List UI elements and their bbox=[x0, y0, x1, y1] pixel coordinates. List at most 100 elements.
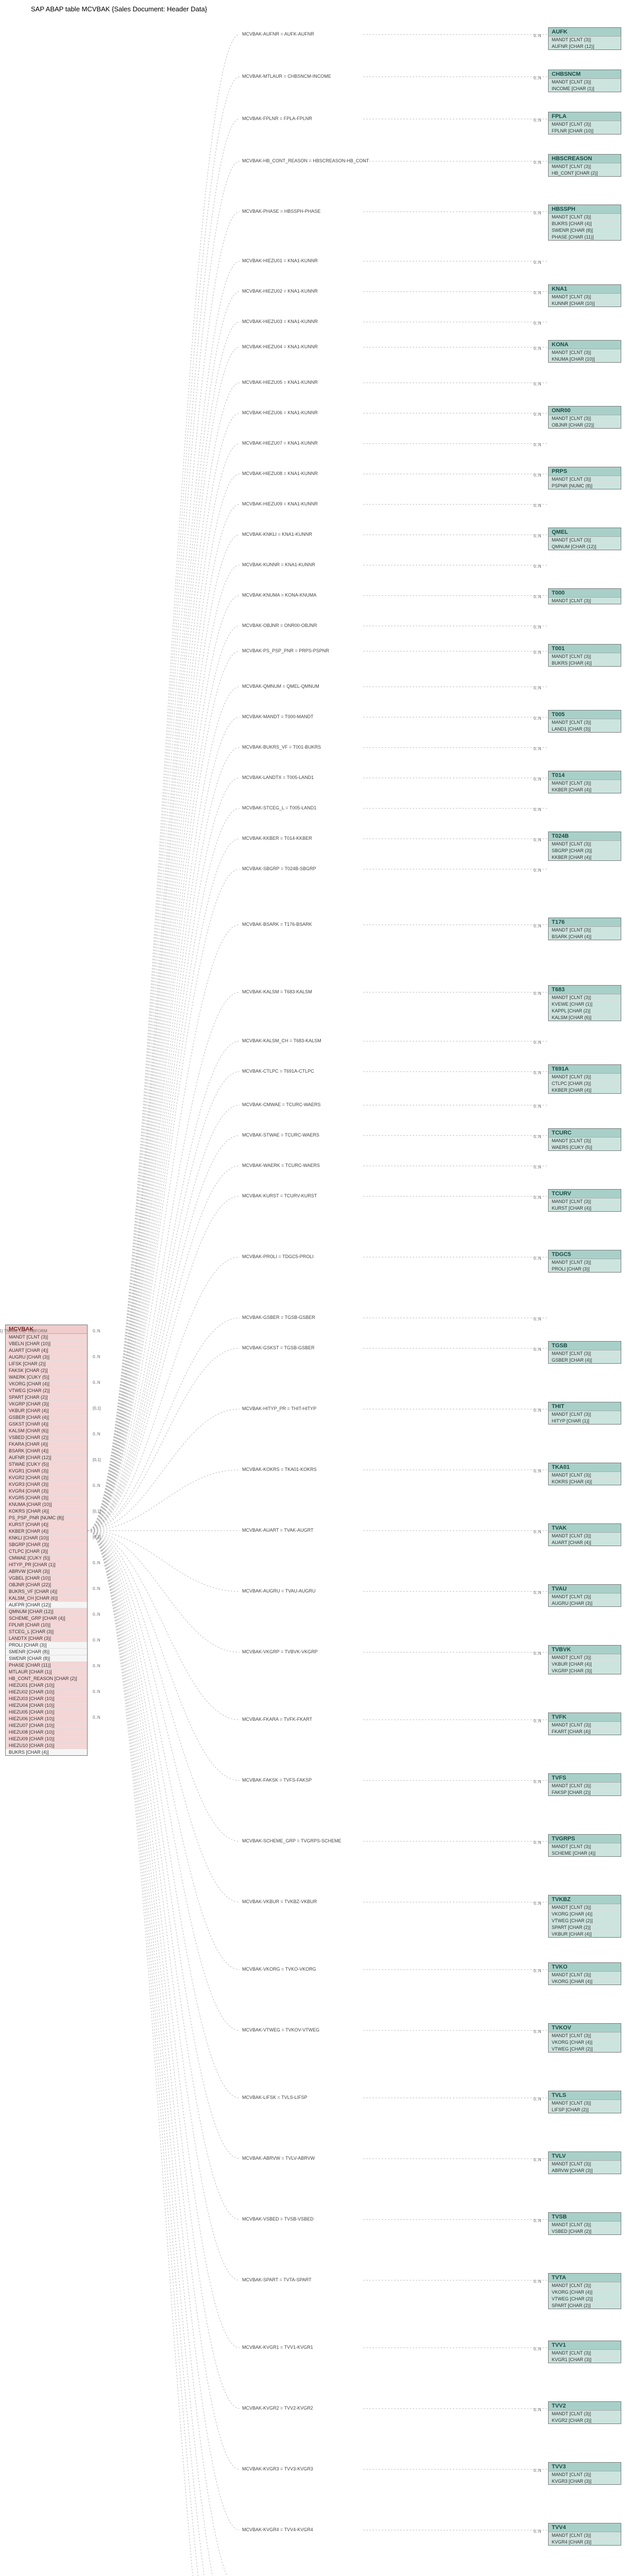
cardinality-label: 0..N bbox=[534, 33, 541, 38]
table-row: VTWEG [CHAR (2)] bbox=[549, 2296, 621, 2302]
table-row: BUKRS_VF [CHAR (4)] bbox=[6, 1588, 87, 1595]
table-header: T683 bbox=[549, 986, 621, 994]
table-row: MANDT [CLNT (3)] bbox=[549, 1198, 621, 1205]
cardinality-label: 0..N bbox=[534, 1590, 541, 1595]
table-row: VKORG [CHAR (4)] bbox=[549, 1911, 621, 1918]
cardinality-label: 0..N bbox=[534, 412, 541, 417]
relation-label: MCVBAK-LIFSK = TVLS-LIFSP bbox=[242, 2095, 308, 2100]
table-row: AUGRU [CHAR (3)] bbox=[6, 1354, 87, 1361]
table-row: MANDT [CLNT (3)] bbox=[549, 841, 621, 848]
table-header: QMEL bbox=[549, 528, 621, 537]
table-row: PROLI [CHAR (3)] bbox=[549, 1266, 621, 1272]
cardinality-label: 0..N bbox=[93, 1329, 100, 1333]
table-box: T014MANDT [CLNT (3)]KKBER [CHAR (4)] bbox=[548, 771, 621, 793]
table-row: MANDT [CLNT (3)] bbox=[549, 1411, 621, 1418]
table-header: T024B bbox=[549, 832, 621, 841]
cardinality-label: 0..N bbox=[534, 1780, 541, 1784]
relation-label: MCVBAK-VSBED = TVSB-VSBED bbox=[242, 2216, 314, 2222]
table-row: KNKLI [CHAR (10)] bbox=[6, 1535, 87, 1541]
table-row: BUKRS [CHAR (4)] bbox=[549, 660, 621, 666]
table-row: KVGR1 [CHAR (3)] bbox=[6, 1468, 87, 1475]
table-row: KVGR4 [CHAR (3)] bbox=[549, 2539, 621, 2545]
table-row: SPART [CHAR (2)] bbox=[549, 1924, 621, 1931]
cardinality-label: 0..N bbox=[534, 346, 541, 351]
table-header: TVLS bbox=[549, 2091, 621, 2100]
table-row: MANDT [CLNT (3)] bbox=[549, 2282, 621, 2289]
cardinality-label: 0..N bbox=[534, 868, 541, 873]
table-row: HIEZU06 [CHAR (10)] bbox=[6, 1716, 87, 1722]
table-row: MANDT [CLNT (3)] bbox=[549, 79, 621, 86]
relation-label: MCVBAK-HITYP_PR = THIT-HITYP bbox=[242, 1406, 316, 1411]
table-header: KNA1 bbox=[549, 285, 621, 294]
cardinality-label: 0..N bbox=[534, 534, 541, 538]
table-row: LANDTX [CHAR (3)] bbox=[6, 1635, 87, 1642]
relation-label: MCVBAK-STWAE = TCURC-WAERS bbox=[242, 1132, 319, 1138]
table-row: KVGR2 [CHAR (3)] bbox=[549, 2417, 621, 2424]
table-row: MANDT [CLNT (3)] bbox=[549, 1722, 621, 1728]
table-box: QMELMANDT [CLNT (3)]QMNUM [CHAR (12)] bbox=[548, 528, 621, 550]
cardinality-label: 0..N bbox=[534, 1104, 541, 1109]
table-row: KKBER [CHAR (4)] bbox=[549, 854, 621, 860]
cardinality-label: 0..N bbox=[534, 1347, 541, 1352]
table-row: MANDT [CLNT (3)] bbox=[549, 719, 621, 726]
table-row: KALSM_CH [CHAR (6)] bbox=[6, 1595, 87, 1602]
cardinality-label: 0..N bbox=[534, 1408, 541, 1413]
table-row: CTLPC [CHAR (3)] bbox=[549, 1080, 621, 1087]
table-row: KAPPL [CHAR (2)] bbox=[549, 1008, 621, 1014]
table-row: MANDT [CLNT (3)] bbox=[549, 2471, 621, 2478]
table-header: TCURC bbox=[549, 1129, 621, 1138]
table-row: SCHEME_GRP [CHAR (4)] bbox=[6, 1615, 87, 1622]
relation-label: MCVBAK-KOKRS = TKA01-KOKRS bbox=[242, 1467, 317, 1472]
table-box: TVV4MANDT [CLNT (3)]KVGR4 [CHAR (3)] bbox=[548, 2523, 621, 2546]
relation-label: MCVBAK-KVGR2 = TVV2-KVGR2 bbox=[242, 2405, 313, 2411]
cardinality-label: 0..N bbox=[534, 1651, 541, 1656]
cardinality-label: 0..N bbox=[93, 1561, 100, 1565]
relation-label: MCVBAK-HIEZU01 = KNA1-KUNNR bbox=[242, 258, 318, 263]
table-box: MCVBAKMANDT [CLNT (3)]VBELN [CHAR (10)]A… bbox=[5, 1325, 88, 1756]
relation-label: MCVBAK-GSBER = TGSB-GSBER bbox=[242, 1315, 315, 1320]
annotation-label: [0,1] TNAMETAB-TABFORM bbox=[0, 1329, 47, 1333]
cardinality-label: 0..N bbox=[534, 2029, 541, 2034]
table-row: MANDT [CLNT (3)] bbox=[549, 653, 621, 660]
relation-label: MCVBAK-STCEG_L = T005-LAND1 bbox=[242, 805, 316, 810]
relation-label: MCVBAK-HIEZU04 = KNA1-KUNNR bbox=[242, 344, 318, 349]
cardinality-label: [0,1] bbox=[93, 1406, 101, 1411]
table-box: TVLVMANDT [CLNT (3)]ABRVW [CHAR (3)] bbox=[548, 2151, 621, 2174]
table-header: TVV3 bbox=[549, 2463, 621, 2471]
table-header: PRPS bbox=[549, 467, 621, 476]
relation-label: MCVBAK-OBJNR = ONR00-OBJNR bbox=[242, 623, 317, 628]
table-row: SWENR [CHAR (8)] bbox=[549, 227, 621, 234]
table-row: HIEZU07 [CHAR (10)] bbox=[6, 1722, 87, 1729]
table-row: ABRVW [CHAR (3)] bbox=[6, 1568, 87, 1575]
table-header: T001 bbox=[549, 645, 621, 653]
relation-label: MCVBAK-KUNNR = KNA1-KUNNR bbox=[242, 562, 315, 567]
table-row: KURST [CHAR (4)] bbox=[6, 1521, 87, 1528]
relation-label: MCVBAK-AUFNR = AUFK-AUFNR bbox=[242, 31, 314, 37]
relation-label: MCVBAK-PS_PSP_PNR = PRPS-PSPNR bbox=[242, 648, 329, 653]
table-header: TVAU bbox=[549, 1585, 621, 1594]
table-box: TVV3MANDT [CLNT (3)]KVGR3 [CHAR (3)] bbox=[548, 2462, 621, 2485]
cardinality-label: 0..N bbox=[534, 260, 541, 265]
table-row: HIEZU01 [CHAR (10)] bbox=[6, 1682, 87, 1689]
table-row: VGBEL [CHAR (10)] bbox=[6, 1575, 87, 1582]
cardinality-label: 0..N bbox=[93, 1612, 100, 1617]
table-row: MANDT [CLNT (3)] bbox=[549, 1074, 621, 1080]
table-row: SPART [CHAR (2)] bbox=[549, 2302, 621, 2309]
table-box: ONR00MANDT [CLNT (3)]OBJNR [CHAR (22)] bbox=[548, 406, 621, 429]
cardinality-label: 0..N bbox=[93, 1380, 100, 1385]
table-row: HB_CONT_REASON [CHAR (2)] bbox=[6, 1675, 87, 1682]
cardinality-label: [0,1] bbox=[93, 1509, 101, 1514]
table-row: MANDT [CLNT (3)] bbox=[549, 2411, 621, 2417]
relation-label: MCVBAK-PHASE = HBSSPH-PHASE bbox=[242, 209, 320, 214]
cardinality-label: 0..N bbox=[534, 2218, 541, 2223]
table-row: MANDT [CLNT (3)] bbox=[549, 1783, 621, 1789]
table-row: WAERS [CUKY (5)] bbox=[549, 1144, 621, 1150]
relation-label: MCVBAK-KALSM_CH = T683-KALSM bbox=[242, 1038, 321, 1043]
table-header: FPLA bbox=[549, 112, 621, 121]
cardinality-label: 0..N bbox=[534, 211, 541, 215]
table-row: WAERK [CUKY (5)] bbox=[6, 1374, 87, 1381]
relation-label: MCVBAK-LANDTX = T005-LAND1 bbox=[242, 775, 314, 780]
cardinality-label: 0..N bbox=[93, 1689, 100, 1694]
relation-label: MCVBAK-AUGRU = TVAU-AUGRU bbox=[242, 1588, 315, 1594]
table-row: KKBER [CHAR (4)] bbox=[6, 1528, 87, 1535]
